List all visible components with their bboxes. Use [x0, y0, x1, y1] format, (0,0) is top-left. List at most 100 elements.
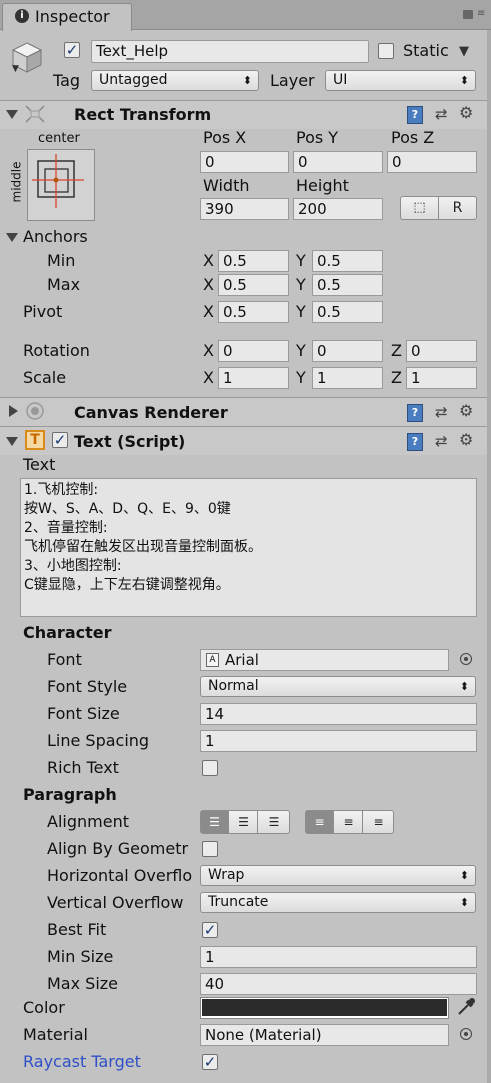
rect-transform-title: Rect Transform	[74, 105, 212, 124]
pos-x-field[interactable]: 0	[200, 151, 289, 173]
max-size-field[interactable]: 40	[200, 973, 477, 995]
min-size-label: Min Size	[47, 947, 114, 966]
rotation-x-field[interactable]: 0	[218, 340, 289, 362]
width-field[interactable]: 390	[200, 198, 289, 220]
align-left-button[interactable]: ☰	[201, 811, 229, 833]
fold-arrow-icon[interactable]	[6, 110, 18, 119]
raycast-target-checkbox[interactable]: ✓	[202, 1054, 218, 1070]
align-bottom-button[interactable]: ≡	[364, 811, 393, 833]
text-script-title: Text (Script)	[74, 432, 186, 451]
material-field[interactable]: None (Material)	[200, 1024, 449, 1046]
anchor-min-x-field[interactable]: 0.5	[218, 250, 289, 272]
height-field[interactable]: 200	[293, 198, 383, 220]
dropdown-arrow-icon: ⬍	[459, 74, 469, 87]
pos-y-field[interactable]: 0	[293, 151, 383, 173]
raw-edit-button[interactable]: R	[439, 197, 476, 219]
character-section-label: Character	[23, 623, 112, 642]
anchor-max-x-field[interactable]: 0.5	[218, 274, 289, 296]
anchor-min-y-field[interactable]: 0.5	[312, 250, 383, 272]
gear-icon[interactable]: ⚙	[459, 103, 473, 122]
anchor-max-y-field[interactable]: 0.5	[312, 274, 383, 296]
align-middle-button[interactable]: ≡	[335, 811, 363, 833]
min-size-field[interactable]: 1	[200, 946, 477, 968]
text-area[interactable]: 1.飞机控制: 按W、S、A、D、Q、E、9、0键 2、音量控制: 飞机停留在触…	[20, 478, 477, 617]
help-book-icon[interactable]: ?	[407, 404, 423, 422]
pivot-x-field[interactable]: 0.5	[218, 301, 289, 323]
rich-text-checkbox[interactable]	[202, 760, 218, 776]
text-enabled-checkbox[interactable]: ✓	[52, 432, 68, 448]
horizontal-overflow-dropdown[interactable]: Wrap ⬍	[200, 865, 476, 886]
rich-text-label: Rich Text	[47, 758, 119, 777]
font-label: Font	[47, 650, 82, 669]
fold-arrow-icon[interactable]	[6, 437, 18, 446]
gear-icon[interactable]: ⚙	[459, 401, 473, 420]
object-name-field[interactable]: Text_Help	[91, 40, 369, 63]
tag-label: Tag	[53, 71, 81, 90]
rot-y-axis-label: Y	[296, 341, 306, 360]
preset-icon[interactable]: ⇄	[435, 403, 448, 421]
tag-dropdown[interactable]: Untagged ⬍	[91, 70, 259, 91]
align-top-button[interactable]: ≡	[306, 811, 334, 833]
align-right-button[interactable]: ☰	[259, 811, 289, 833]
paragraph-section-label: Paragraph	[23, 785, 117, 804]
chevron-down-icon[interactable]: ▼	[12, 64, 19, 74]
tab-inspector[interactable]: i Inspector	[2, 3, 132, 31]
menu-icon[interactable]: ≡	[477, 8, 485, 19]
vertical-alignment-group: ≡ ≡ ≡	[305, 810, 394, 834]
preset-icon[interactable]: ⇄	[435, 432, 448, 450]
blueprint-mode-button[interactable]: ⬚	[401, 197, 439, 219]
pos-x-label: Pos X	[203, 128, 247, 147]
gear-icon[interactable]: ⚙	[459, 430, 473, 449]
align-by-geometry-checkbox[interactable]	[202, 841, 218, 857]
object-picker-icon[interactable]	[460, 1028, 472, 1040]
object-picker-icon[interactable]	[460, 653, 472, 665]
horizontal-alignment-group: ☰ ☰ ☰	[200, 810, 290, 834]
lock-icon[interactable]	[463, 10, 473, 19]
anchors-fold-icon[interactable]	[6, 233, 18, 242]
active-checkbox[interactable]: ✓	[64, 42, 80, 58]
dropdown-arrow-icon: ⬍	[459, 869, 469, 882]
help-book-icon[interactable]: ?	[407, 433, 423, 451]
pivot-y-field[interactable]: 0.5	[312, 301, 383, 323]
layer-value: UI	[333, 72, 348, 88]
font-size-field[interactable]: 14	[200, 703, 477, 725]
eyedropper-icon[interactable]	[455, 996, 477, 1018]
fold-arrow-icon[interactable]	[9, 405, 18, 417]
rect-transform-icon	[23, 103, 47, 125]
max-label: Max	[47, 275, 81, 294]
line-spacing-field[interactable]: 1	[200, 730, 477, 752]
dropdown-arrow-icon: ⬍	[459, 680, 469, 693]
layer-dropdown[interactable]: UI ⬍	[325, 70, 476, 91]
rotation-label: Rotation	[23, 341, 90, 360]
static-checkbox[interactable]	[378, 43, 394, 59]
tag-value: Untagged	[99, 72, 168, 88]
scale-x-field[interactable]: 1	[218, 367, 289, 389]
font-style-dropdown[interactable]: Normal ⬍	[200, 676, 476, 697]
rot-z-axis-label: Z	[391, 341, 402, 360]
pos-z-field[interactable]: 0	[387, 151, 477, 173]
anchor-preset-button[interactable]	[27, 149, 95, 221]
color-swatch-fill	[202, 999, 447, 1016]
scale-y-field[interactable]: 1	[312, 367, 383, 389]
rotation-z-field[interactable]: 0	[406, 340, 477, 362]
best-fit-checkbox[interactable]: ✓	[202, 922, 218, 938]
align-center-button[interactable]: ☰	[230, 811, 258, 833]
raycast-target-label: Raycast Target	[23, 1052, 141, 1071]
color-label: Color	[23, 998, 65, 1017]
best-fit-label: Best Fit	[47, 920, 107, 939]
chevron-down-icon[interactable]: ▼	[459, 44, 469, 59]
info-icon: i	[15, 9, 29, 23]
pos-y-label: Pos Y	[296, 128, 339, 147]
scrollbar[interactable]	[487, 30, 491, 1083]
font-asset-icon: A	[206, 653, 219, 667]
color-swatch[interactable]	[200, 997, 449, 1019]
preset-icon[interactable]: ⇄	[435, 105, 448, 123]
tab-bar: i Inspector ≡	[0, 0, 491, 31]
rotation-y-field[interactable]: 0	[312, 340, 383, 362]
width-label: Width	[203, 176, 250, 195]
scale-z-field[interactable]: 1	[406, 367, 477, 389]
font-field[interactable]: A Arial	[200, 649, 449, 671]
help-book-icon[interactable]: ?	[407, 106, 423, 124]
min-y-axis-label: Y	[296, 251, 306, 270]
vertical-overflow-dropdown[interactable]: Truncate ⬍	[200, 892, 476, 913]
